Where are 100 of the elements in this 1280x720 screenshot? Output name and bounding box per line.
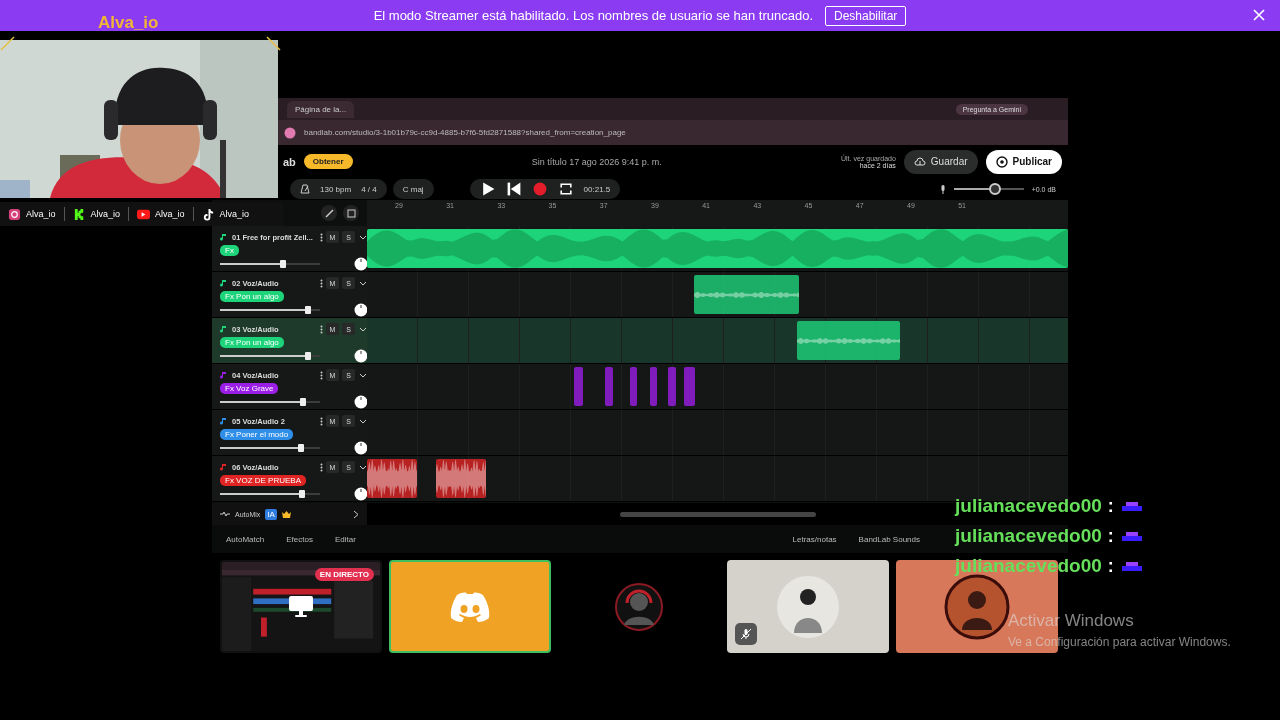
- effect-tag[interactable]: Fx Voz Grave: [220, 382, 279, 394]
- note-icon: [220, 232, 228, 242]
- browser-tab[interactable]: Página de la...: [287, 100, 355, 118]
- project-title: Sin título 17 ago 2026 9:41 p. m.: [530, 156, 663, 167]
- audio-clip[interactable]: [574, 367, 583, 406]
- audio-clip[interactable]: [796, 321, 901, 360]
- emote-icon: [1119, 500, 1144, 512]
- waveform-icon: [367, 229, 1068, 268]
- logo-text: ab: [283, 155, 296, 168]
- more-icon[interactable]: [320, 324, 323, 334]
- play-icon: [137, 207, 151, 221]
- chat-separator: :: [1107, 555, 1114, 577]
- disable-button[interactable]: Deshabilitar: [825, 5, 907, 26]
- tempo-value[interactable]: 130 bpm: [320, 184, 352, 194]
- avatar-icon: [615, 582, 663, 631]
- more-icon[interactable]: [320, 370, 323, 380]
- metronome-icon[interactable]: [300, 184, 310, 194]
- cloud-upload-icon: [913, 155, 926, 168]
- more-icon[interactable]: [320, 416, 323, 426]
- waveform-icon: [435, 459, 487, 498]
- tool-button[interactable]: Letras/notas: [788, 532, 841, 546]
- chat-separator: :: [1107, 495, 1114, 517]
- more-icon[interactable]: [320, 278, 323, 288]
- fader-handle[interactable]: [298, 444, 304, 452]
- tool-button[interactable]: Editar: [330, 532, 360, 546]
- more-icon[interactable]: [320, 462, 323, 472]
- note-icon: [220, 416, 228, 426]
- chat-separator: :: [1107, 525, 1114, 547]
- skip-back-icon[interactable]: [505, 181, 522, 197]
- tool-button[interactable]: BandLab Sounds: [854, 532, 924, 546]
- chat-username: julianacevedo00: [955, 495, 1102, 517]
- frame-corner-icon: [0, 36, 16, 52]
- crown-icon: [281, 510, 291, 518]
- time-signature[interactable]: 4 / 4: [361, 184, 377, 194]
- note-icon: [220, 462, 228, 472]
- frame-corner-icon: [266, 36, 282, 52]
- fader-handle[interactable]: [305, 306, 311, 314]
- target-icon: [995, 155, 1008, 168]
- chat-username: julianacevedo00: [955, 525, 1102, 547]
- camera-icon: [8, 207, 21, 221]
- audio-clip[interactable]: [604, 367, 614, 406]
- scrollbar[interactable]: [619, 511, 816, 517]
- fader-handle[interactable]: [305, 352, 311, 360]
- participant-tile[interactable]: [389, 560, 551, 653]
- wave-icon: [220, 511, 230, 517]
- audio-clip[interactable]: [683, 367, 696, 406]
- chevron-icon[interactable]: [353, 509, 359, 519]
- participant-tile[interactable]: EN DIRECTO: [220, 560, 382, 653]
- emote-icon: [1119, 560, 1144, 572]
- url-text[interactable]: bandlab.com/studio/3-1b01b79c-cc9d-4885-b7f6-5fd2871588?shared_from=creation_page: [304, 128, 626, 137]
- fader-handle[interactable]: [300, 398, 306, 406]
- participant-tile[interactable]: [727, 560, 889, 653]
- avatar-icon: [776, 574, 840, 639]
- loop-icon[interactable]: [557, 181, 574, 197]
- time-display: 00:21.5: [583, 184, 611, 194]
- pan-knob-icon[interactable]: [354, 257, 368, 271]
- close-icon[interactable]: [1252, 8, 1266, 22]
- music-note-icon: [201, 207, 215, 221]
- effect-tag[interactable]: Fx VOZ DE PRUEBA: [220, 474, 306, 486]
- audio-clip[interactable]: [629, 367, 637, 406]
- emote-icon: [1119, 530, 1144, 542]
- record-icon[interactable]: [531, 181, 548, 197]
- social-handle: Alva_io: [219, 209, 250, 219]
- social-handle: Alva_io: [90, 209, 121, 219]
- social-handle: Alva_io: [26, 209, 56, 219]
- more-icon[interactable]: [320, 232, 323, 242]
- tool-icon[interactable]: [321, 205, 337, 221]
- note-icon: [220, 324, 228, 334]
- streamer-name: Alva_io: [98, 13, 159, 33]
- pan-knob-icon[interactable]: [354, 395, 368, 409]
- publish-button[interactable]: Publicar: [985, 149, 1062, 174]
- audio-clip[interactable]: [435, 459, 487, 498]
- waveform-icon: [693, 291, 799, 298]
- audio-clip[interactable]: [667, 367, 677, 406]
- fader-handle[interactable]: [280, 260, 286, 268]
- note-icon: [220, 278, 228, 288]
- note-icon: [220, 370, 228, 380]
- audio-clip[interactable]: [367, 459, 418, 498]
- k-logo-icon: [72, 207, 86, 221]
- save-button[interactable]: Guardar: [903, 149, 978, 174]
- get-button[interactable]: Obtener: [303, 154, 353, 169]
- waveform-icon: [796, 337, 901, 344]
- audio-clip[interactable]: [650, 367, 658, 406]
- tool-button[interactable]: Efectos: [282, 532, 317, 546]
- pan-knob-icon[interactable]: [354, 487, 368, 501]
- pan-knob-icon[interactable]: [354, 441, 368, 455]
- banner-message: El modo Streamer está habilitado. Los nombres de usuario se han truncado.: [373, 8, 813, 23]
- tool-button[interactable]: AutoMatch: [222, 532, 269, 546]
- microphone-icon[interactable]: [939, 184, 946, 194]
- ai-badge: IA: [265, 508, 277, 520]
- grid-icon[interactable]: [343, 205, 359, 221]
- fader-handle[interactable]: [299, 490, 305, 498]
- live-badge: EN DIRECTO: [314, 568, 374, 581]
- pan-knob-icon[interactable]: [354, 303, 368, 317]
- waveform-icon: [367, 459, 418, 498]
- gamepad-face-icon: [449, 590, 491, 623]
- site-icon: [284, 126, 296, 139]
- audio-clip[interactable]: [693, 275, 799, 314]
- slider-thumb[interactable]: [988, 183, 1001, 195]
- pan-knob-icon[interactable]: [354, 349, 368, 363]
